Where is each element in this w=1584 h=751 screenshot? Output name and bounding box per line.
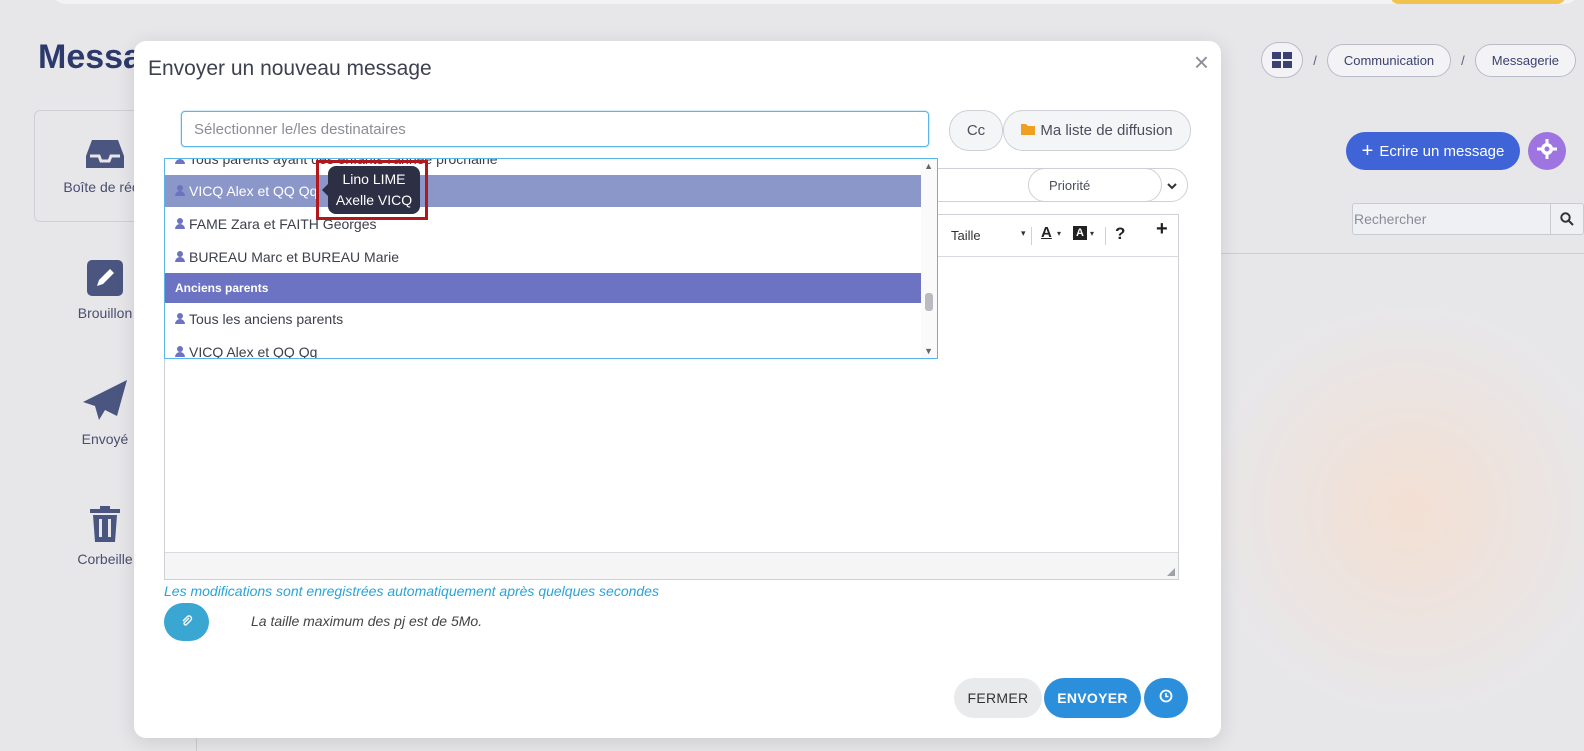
page-title: Messa xyxy=(38,38,142,76)
breadcrumb-communication[interactable]: Communication xyxy=(1326,43,1452,77)
caret-down-icon: ▾ xyxy=(1021,228,1026,238)
breadcrumb: / Communication / Messagerie xyxy=(1261,42,1576,78)
user-icon xyxy=(175,183,185,199)
breadcrumb-separator: / xyxy=(1461,52,1465,68)
close-icon[interactable]: × xyxy=(1194,49,1209,75)
font-size-select[interactable]: Taille xyxy=(951,228,981,243)
top-bar-button[interactable] xyxy=(1390,0,1566,4)
plus-icon: + xyxy=(1361,139,1374,162)
cc-button[interactable]: Cc xyxy=(949,110,1003,151)
search-icon[interactable] xyxy=(1550,204,1583,234)
settings-button[interactable] xyxy=(1528,132,1566,170)
background-color-icon[interactable]: A xyxy=(1073,226,1087,240)
recipient-input[interactable] xyxy=(181,111,929,147)
broadcast-list-label: Ma liste de diffusion xyxy=(1040,122,1173,139)
user-icon xyxy=(175,159,185,167)
scroll-up-icon[interactable]: ▲ xyxy=(924,161,933,171)
editor-status-bar xyxy=(165,552,1178,579)
resize-handle-icon[interactable] xyxy=(1167,568,1175,576)
group-header: Anciens parents xyxy=(165,273,922,303)
sidebar-item-label: Envoyé xyxy=(81,431,129,447)
chevron-down-icon xyxy=(1167,178,1177,193)
scrollbar-thumb[interactable] xyxy=(925,293,933,311)
gear-icon xyxy=(1537,138,1557,164)
paperclip-icon xyxy=(181,614,193,630)
write-message-label: Ecrire un message xyxy=(1379,142,1505,160)
recipient-dropdown[interactable]: Tous parents ayant des enfants l'année p… xyxy=(164,158,938,359)
priority-label: Priorité xyxy=(1049,177,1091,193)
broadcast-list-button[interactable]: Ma liste de diffusion xyxy=(1003,110,1191,151)
user-icon xyxy=(175,311,185,327)
schedule-send-button[interactable] xyxy=(1144,678,1188,718)
caret-down-icon: ▾ xyxy=(1090,229,1095,238)
help-icon[interactable]: ? xyxy=(1115,224,1125,244)
search-placeholder: Rechercher xyxy=(1354,211,1427,227)
scroll-down-icon[interactable]: ▼ xyxy=(924,346,933,356)
attachment-size-note: La taille maximum des pj est de 5Mo. xyxy=(251,613,483,629)
user-icon xyxy=(175,249,185,265)
user-icon xyxy=(175,216,185,232)
list-item[interactable]: FAME Zara et FAITH Georges xyxy=(165,208,922,240)
dropdown-scrollbar[interactable]: ▲ ▼ xyxy=(921,159,937,358)
new-message-modal: Envoyer un nouveau message × Cc Ma liste… xyxy=(134,41,1221,738)
toolbar-separator xyxy=(1031,227,1032,245)
list-item-label: VICQ Alex et QQ Qq xyxy=(189,344,318,359)
sidebar-item-label: Brouillon xyxy=(77,305,133,321)
group-header-label: Anciens parents xyxy=(175,281,269,295)
user-icon xyxy=(175,344,185,358)
list-item[interactable]: Tous parents ayant des enfants l'année p… xyxy=(165,159,922,175)
list-item[interactable]: VICQ Alex et QQ Qq xyxy=(165,336,922,359)
list-item-label: BUREAU Marc et BUREAU Marie xyxy=(189,249,400,265)
attach-file-button[interactable] xyxy=(164,603,209,641)
list-item-label: VICQ Alex et QQ Qq xyxy=(189,183,318,199)
breadcrumb-messagerie[interactable]: Messagerie xyxy=(1474,43,1576,77)
autosave-note: Les modifications sont enregistrées auto… xyxy=(164,583,659,599)
close-button[interactable]: FERMER xyxy=(954,678,1042,718)
list-item-selected[interactable]: VICQ Alex et QQ Qq xyxy=(165,175,922,207)
list-item[interactable]: BUREAU Marc et BUREAU Marie xyxy=(165,241,922,273)
list-item[interactable]: Tous les anciens parents xyxy=(165,303,922,335)
search-input[interactable]: Rechercher xyxy=(1352,203,1584,235)
toolbar-separator xyxy=(1105,227,1106,245)
highlight-frame xyxy=(316,160,428,220)
caret-down-icon: ▾ xyxy=(1057,229,1062,238)
breadcrumb-separator: / xyxy=(1313,52,1317,68)
folder-icon xyxy=(1021,122,1036,139)
font-color-icon[interactable]: A xyxy=(1041,224,1052,241)
write-message-button[interactable]: + Ecrire un message xyxy=(1346,132,1520,170)
list-item-label: Tous les anciens parents xyxy=(189,311,344,327)
clock-icon xyxy=(1159,689,1173,708)
more-tools-icon[interactable]: + xyxy=(1156,218,1168,241)
background-glow xyxy=(1200,300,1584,720)
dashboard-icon[interactable] xyxy=(1261,42,1304,78)
modal-title: Envoyer un nouveau message xyxy=(148,57,432,80)
send-button[interactable]: ENVOYER xyxy=(1044,678,1141,718)
top-bar xyxy=(50,0,1580,4)
sidebar-item-label: Corbeille xyxy=(77,551,133,567)
priority-select[interactable]: Priorité xyxy=(1028,168,1188,202)
